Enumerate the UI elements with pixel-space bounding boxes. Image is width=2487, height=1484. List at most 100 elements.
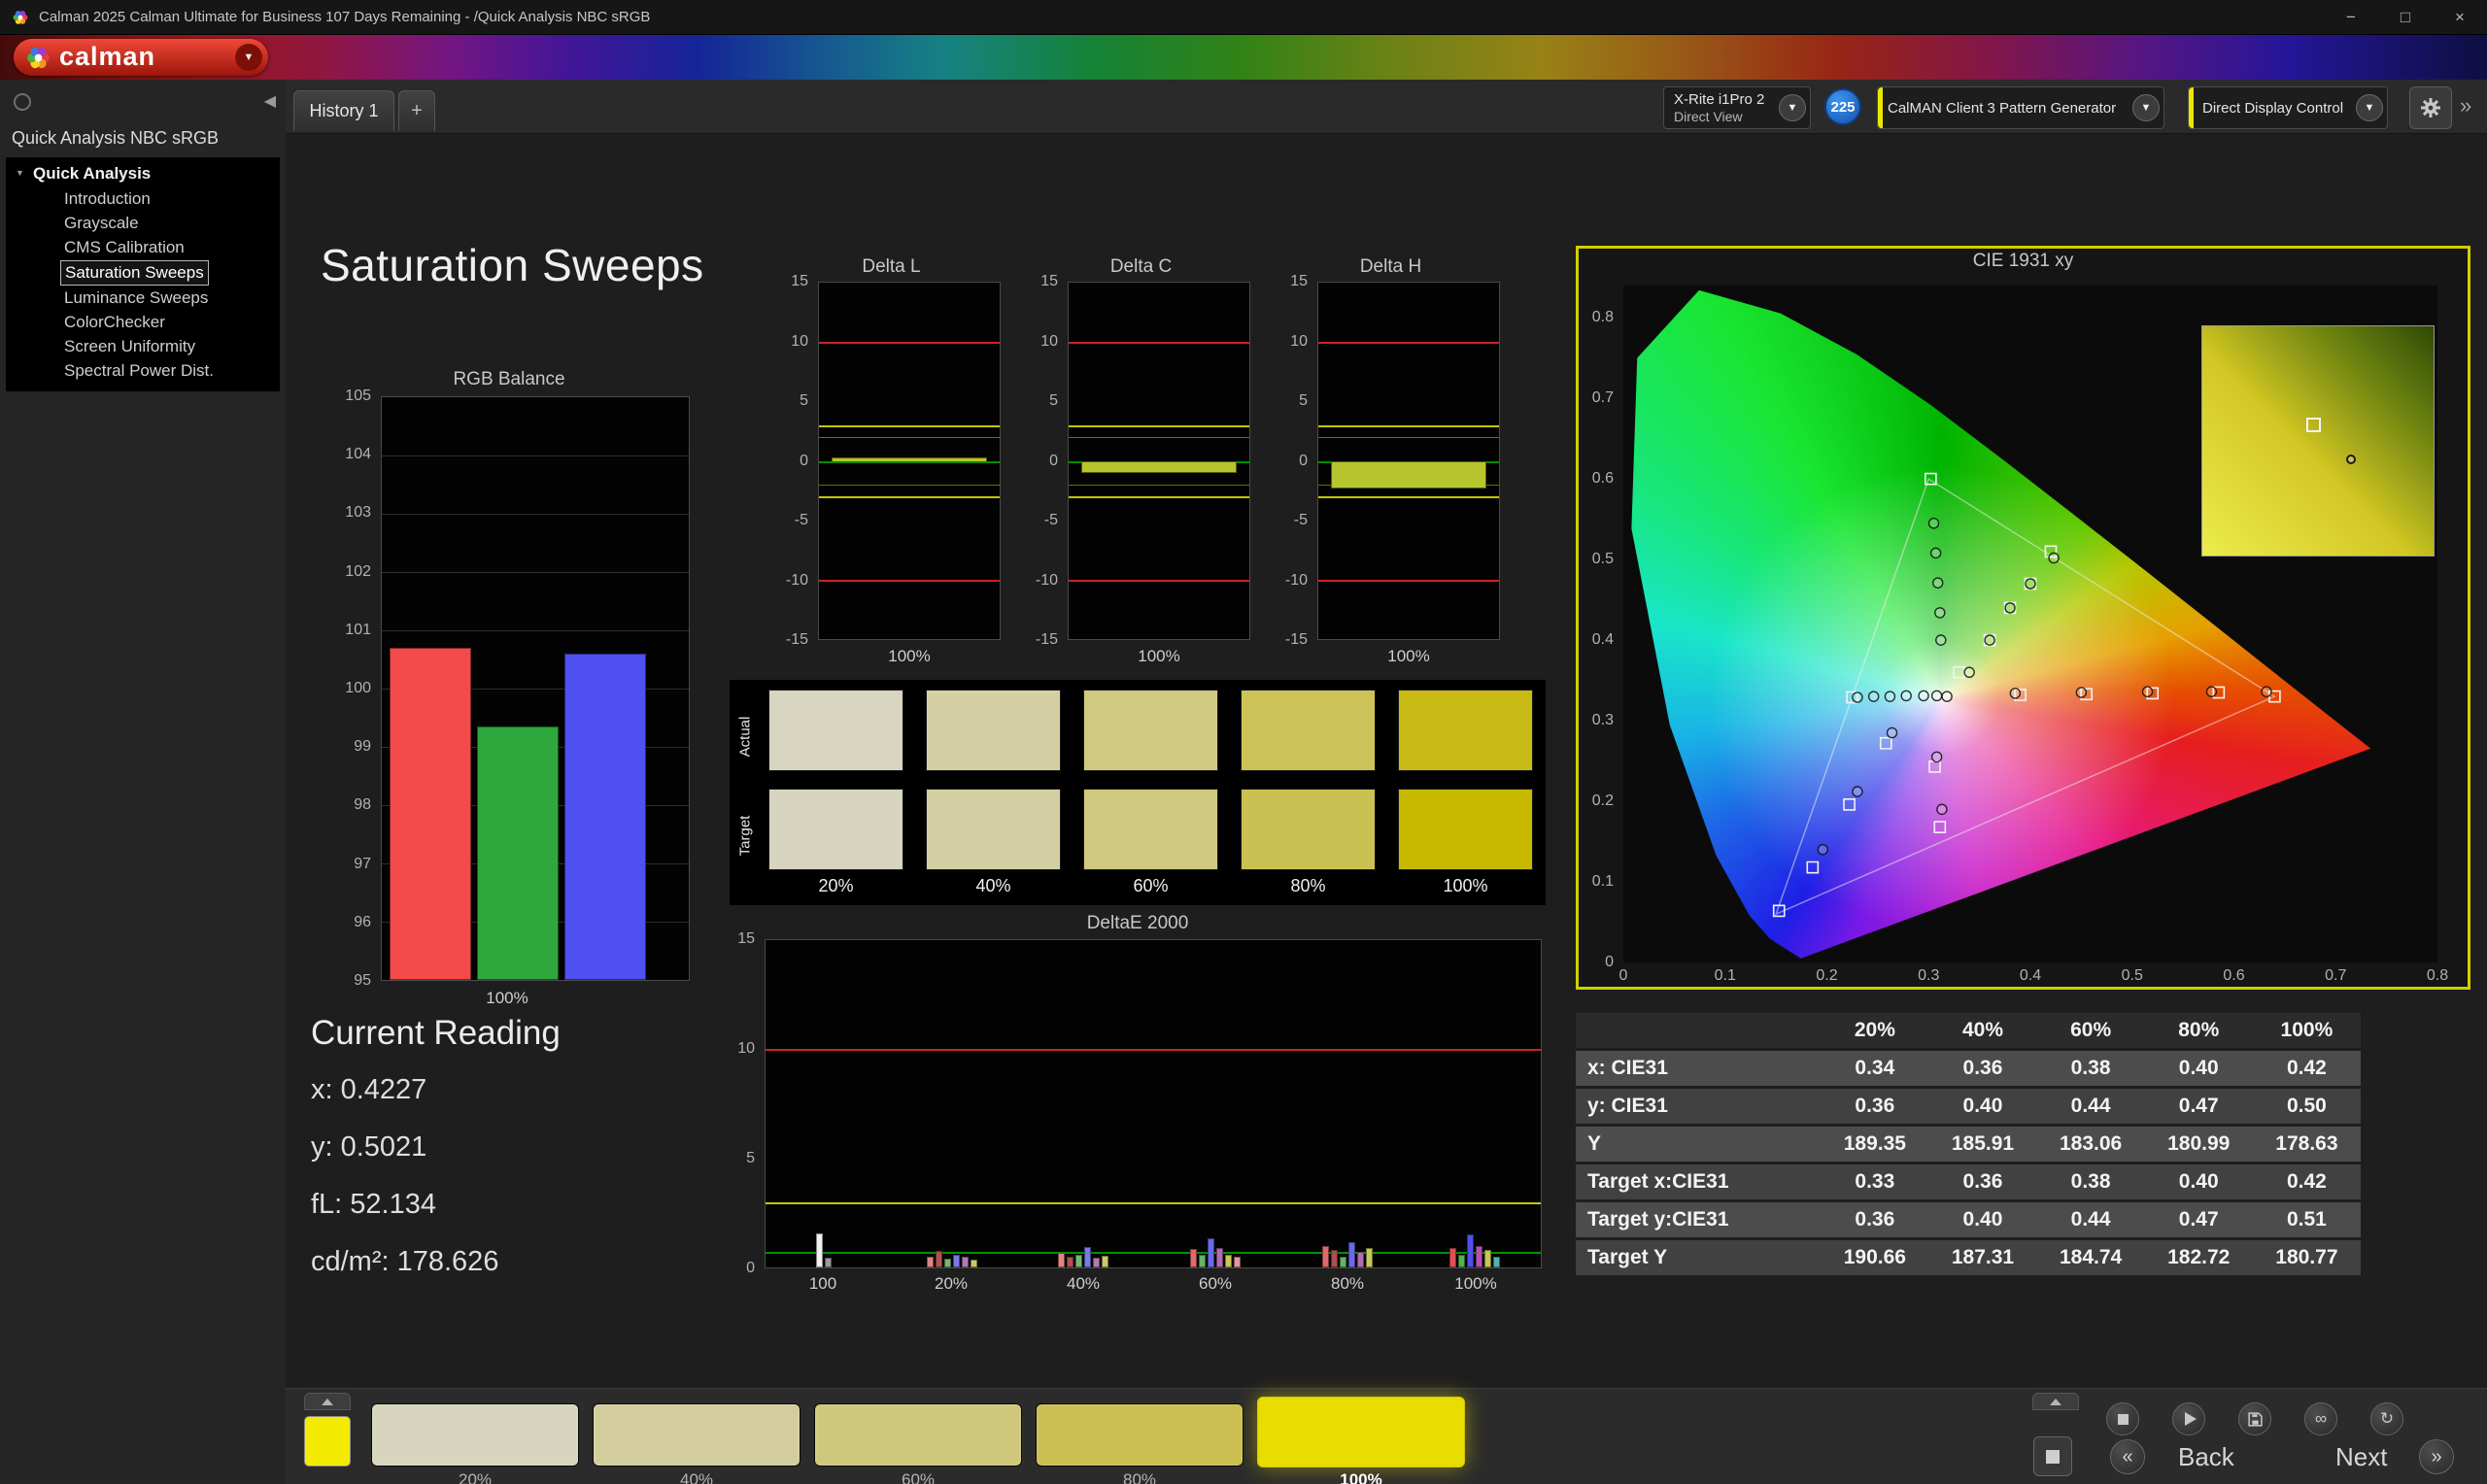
swatch-column-label: 40% [975, 876, 1011, 895]
close-button[interactable]: × [2433, 0, 2487, 34]
saturation-level-button-20[interactable] [371, 1403, 579, 1467]
logo-menu-button[interactable]: ▼ [235, 44, 262, 71]
deltae-bar [1484, 1250, 1492, 1267]
sidebar-item-cms-calibration[interactable]: CMS Calibration [60, 236, 188, 259]
measured-marker [2076, 688, 2086, 697]
chart-title: RGB Balance [453, 369, 565, 389]
sidebar-item-quick-analysis-root[interactable]: ▼ Quick Analysis [6, 161, 280, 186]
sidebar-item-spectral-power-dist[interactable]: Spectral Power Dist. [60, 359, 218, 383]
calman-logo-button[interactable]: calman ▼ [14, 39, 268, 76]
next-chevron-button[interactable]: » [2419, 1439, 2454, 1474]
window-title: Calman 2025 Calman Ultimate for Business… [39, 9, 651, 25]
meter-dropdown[interactable]: X-Rite i1Pro 2 Direct View ▼ [1663, 86, 1811, 129]
actual-swatch-100 [1398, 690, 1533, 771]
table-row-target-y-cie31: Target y:CIE31 0.36 0.40 0.44 0.47 0.51 [1576, 1202, 2361, 1237]
meter-name: X-Rite i1Pro 2 [1674, 90, 1765, 108]
current-reading-value-2: fL: 52.134 [311, 1189, 436, 1220]
saturation-level-button-60[interactable] [814, 1403, 1022, 1467]
stop-button[interactable] [2106, 1402, 2139, 1435]
table-cell: 178.63 [2275, 1132, 2338, 1155]
sidebar-item-colorchecker[interactable]: ColorChecker [60, 311, 169, 334]
swatch-column-label: 60% [1133, 876, 1169, 895]
display-dropdown-button[interactable]: ▼ [2356, 94, 2383, 121]
rgb-balance-ylabels: 95 96 97 98 99 100 101 102 103 104 105 [326, 388, 377, 989]
deltae-bar [1198, 1254, 1206, 1267]
saturation-level-button-100[interactable] [1257, 1397, 1465, 1467]
table-column-header: 100% [2252, 1013, 2361, 1048]
y-tick-label: 5 [746, 1150, 755, 1166]
table-row-label: Target Y [1587, 1246, 1668, 1268]
measured-marker [1935, 608, 1945, 618]
y-tick-label: 101 [345, 621, 371, 638]
measured-marker [2026, 579, 2035, 589]
y-tick-label: 0.8 [1591, 309, 1614, 326]
expand-panel-button[interactable] [304, 1393, 351, 1410]
sidebar-item-grayscale[interactable]: Grayscale [60, 212, 143, 235]
sidebar-item-luminance-sweeps[interactable]: Luminance Sweeps [60, 287, 212, 310]
table-row-label: y: CIE31 [1587, 1095, 1668, 1117]
table-cell: 0.36 [1855, 1095, 1895, 1117]
minimize-button[interactable]: − [2324, 0, 2378, 34]
session-indicator-icon[interactable] [14, 93, 31, 111]
maximize-button[interactable]: □ [2378, 0, 2433, 34]
y-tick-label: 0 [1299, 452, 1308, 469]
saturation-level-label: 80% [1122, 1470, 1157, 1484]
settings-button[interactable] [2409, 86, 2452, 129]
tab-history-1[interactable]: History 1 [293, 90, 394, 131]
sidebar-item-saturation-sweeps[interactable]: Saturation Sweeps [60, 260, 209, 286]
swatch-column-label: 80% [1290, 876, 1326, 895]
cie-1931-chart[interactable]: CIE 1931 xy 0 0.1 0.2 0.3 0.4 0.5 0.6 0.7 0.8 00… [1576, 246, 2470, 990]
save-button[interactable] [2238, 1402, 2271, 1435]
table-cell: 0.44 [2070, 1208, 2111, 1231]
measured-marker [1853, 787, 1862, 796]
display-control-dropdown[interactable]: Direct Display Control ▼ [2188, 86, 2388, 129]
target-row-label: Target [736, 815, 754, 857]
pattern-dropdown-button[interactable]: ▼ [2132, 94, 2160, 121]
saturation-level-button-80[interactable] [1036, 1403, 1244, 1467]
chevron-down-icon: ▼ [2140, 101, 2152, 114]
cie-zoom-inset [2201, 325, 2435, 556]
y-tick-label: 10 [1040, 332, 1058, 350]
infinity-icon: ∞ [2314, 1409, 2328, 1428]
refresh-button[interactable]: ↻ [2370, 1402, 2403, 1435]
pattern-generator-label: CalMAN Client 3 Pattern Generator [1888, 99, 2117, 117]
sidebar-item-screen-uniformity[interactable]: Screen Uniformity [60, 335, 199, 358]
current-color-chip[interactable] [304, 1416, 351, 1467]
x-axis-label: 100% [1138, 647, 1180, 665]
table-cell: 180.99 [2167, 1132, 2231, 1155]
target-swatch-100 [1398, 789, 1533, 870]
pattern-generator-dropdown[interactable]: CalMAN Client 3 Pattern Generator ▼ [1877, 86, 2164, 129]
table-cell: 0.51 [2286, 1208, 2327, 1231]
measured-marker [1933, 578, 1943, 588]
back-chevron-button[interactable]: « [2110, 1439, 2145, 1474]
play-button[interactable] [2172, 1402, 2205, 1435]
table-cell: 187.31 [1951, 1246, 2015, 1268]
y-tick-label: 96 [354, 913, 371, 930]
y-tick-label: 0.1 [1591, 873, 1614, 891]
sidebar-item-introduction[interactable]: Introduction [60, 187, 154, 211]
chart-title: DeltaE 2000 [1086, 913, 1189, 933]
next-button[interactable]: Next [2335, 1442, 2387, 1472]
page-title: Saturation Sweeps [321, 240, 704, 290]
add-tab-button[interactable]: + [398, 90, 435, 131]
continuous-measure-button[interactable]: ∞ [2304, 1402, 2337, 1435]
deltae-bar [1067, 1256, 1074, 1267]
chart-title: CIE 1931 xy [1972, 251, 2074, 271]
current-reading-value-3: cd/m²: 178.626 [311, 1246, 499, 1277]
back-button[interactable]: Back [2178, 1442, 2234, 1472]
sidebar-collapse-button[interactable]: ◀ [264, 91, 276, 111]
calman-app: Calman 2025 Calman Ultimate for Business… [0, 0, 2487, 1484]
measured-marker [1919, 691, 1928, 700]
table-cell: 0.33 [1855, 1170, 1895, 1193]
tree-expander-icon[interactable]: ▼ [16, 168, 24, 178]
green-reference-line [766, 1252, 1541, 1255]
toolbar-overflow-button[interactable]: » [2460, 93, 2471, 118]
table-row-label: Y [1587, 1132, 1602, 1155]
expand-controls-button[interactable] [2032, 1393, 2079, 1410]
delta-l-chart: Delta L -15 -10 -5 0 5 10 15 100% [777, 254, 1005, 672]
saturation-level-button-40[interactable] [593, 1403, 801, 1467]
meter-dropdown-button[interactable]: ▼ [1779, 94, 1806, 121]
y-tick-label: 0.2 [1591, 793, 1614, 810]
measured-marker [1901, 691, 1911, 700]
stop-pattern-button[interactable] [2033, 1436, 2072, 1476]
